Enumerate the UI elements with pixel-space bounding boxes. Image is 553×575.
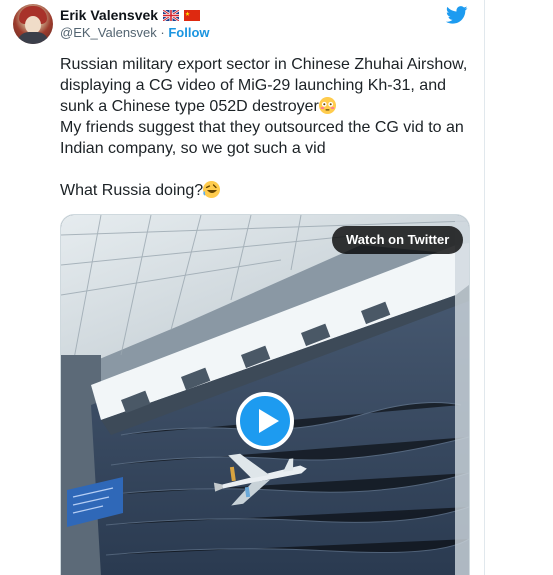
china-flag-icon bbox=[184, 9, 201, 21]
twitter-bird-icon[interactable] bbox=[446, 6, 468, 24]
tweet-text-line1: Russian military export sector in Chines… bbox=[60, 56, 472, 115]
rolling-laughing-emoji bbox=[203, 181, 221, 198]
handle-separator: · bbox=[156, 25, 169, 40]
author-handle-row: @EK_Valensvek · Follow bbox=[60, 25, 210, 40]
author-display-name[interactable]: Erik Valensvek bbox=[60, 7, 158, 23]
tweet-card: Erik Valensvek @EK_Valensvek · Follow Ru… bbox=[0, 0, 485, 575]
author-handle[interactable]: @EK_Valensvek bbox=[60, 25, 157, 40]
flushed-face-emoji bbox=[318, 97, 336, 114]
watch-on-twitter-button[interactable]: Watch on Twitter bbox=[332, 226, 464, 254]
avatar[interactable] bbox=[13, 4, 53, 44]
author-name-row[interactable]: Erik Valensvek bbox=[60, 7, 201, 23]
uk-flag-icon bbox=[163, 9, 180, 21]
tweet-text-line2: My friends suggest that they outsourced … bbox=[60, 119, 469, 157]
play-icon[interactable] bbox=[236, 392, 294, 450]
tweet-text-line3: What Russia doing? bbox=[60, 182, 204, 199]
tweet-text: Russian military export sector in Chines… bbox=[60, 54, 472, 201]
video-player[interactable]: Watch on Twitter bbox=[60, 214, 470, 575]
follow-link[interactable]: Follow bbox=[168, 25, 209, 40]
